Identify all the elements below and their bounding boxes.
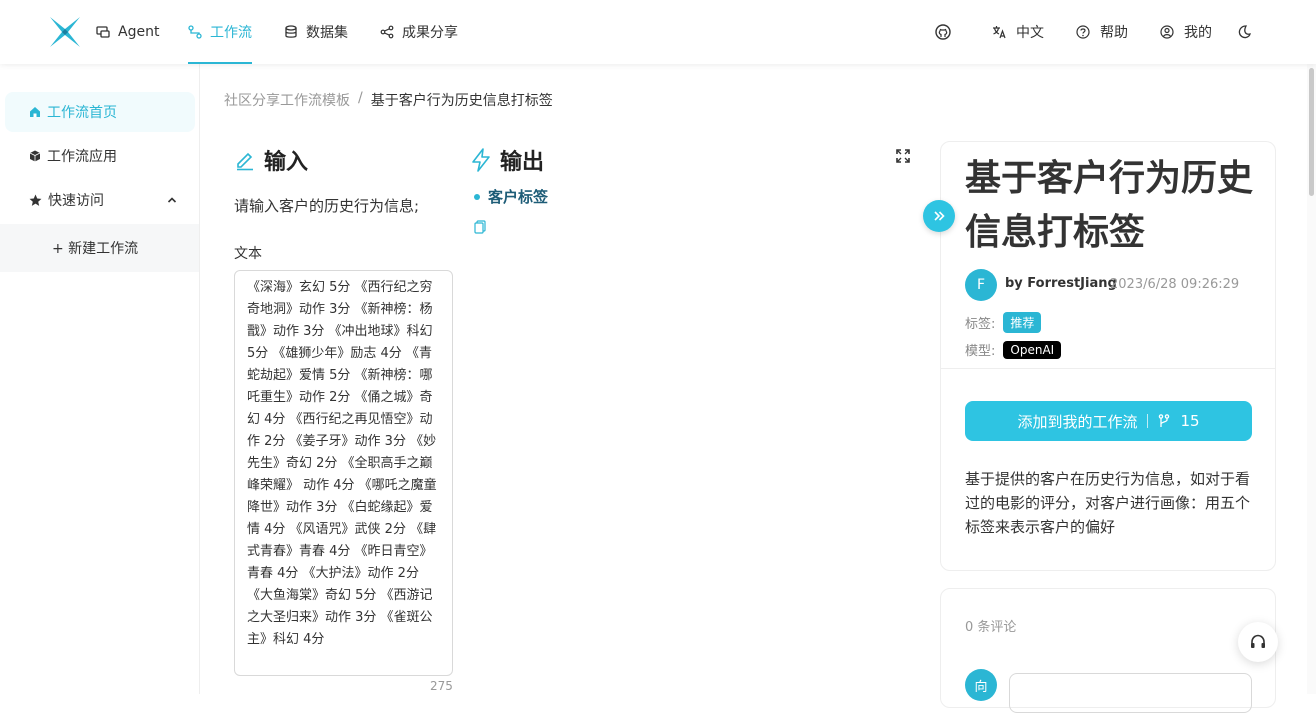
breadcrumb: 社区分享工作流模板 / 基于客户行为历史信息打标签 xyxy=(224,90,553,110)
my-account-button[interactable]: 我的 xyxy=(1160,0,1212,64)
text-field-label: 文本 xyxy=(234,246,262,262)
breadcrumb-parent[interactable]: 社区分享工作流模板 xyxy=(224,90,350,110)
input-title: 输入 xyxy=(264,150,309,175)
sidebar-item-new-workflow[interactable]: + 新建工作流 xyxy=(0,224,199,272)
logo-icon[interactable] xyxy=(48,15,82,49)
publish-date: 2023/6/28 09:26:29 xyxy=(1110,277,1240,292)
database-icon xyxy=(285,25,297,38)
copy-icon[interactable] xyxy=(474,220,486,234)
button-separator xyxy=(1147,414,1149,428)
nav-workflow[interactable]: 工作流 xyxy=(188,0,252,64)
tag-badge: 推荐 xyxy=(1003,312,1042,333)
sidebar-item-quick-access[interactable]: 快速访问 xyxy=(5,180,195,220)
output-tag-label: 客户标签 xyxy=(488,188,549,206)
model-row: 模型: OpenAI xyxy=(965,340,1062,359)
tags-label: 标签: xyxy=(965,317,996,332)
sidebar-item-label: 工作流首页 xyxy=(47,105,117,121)
workflow-description: 基于提供的客户在历史行为信息，如对于看过的电影的评分，对客户进行画像：用五个标签… xyxy=(965,470,1251,536)
model-label: 模型: xyxy=(965,344,996,359)
add-to-my-workflow-button[interactable]: 添加到我的工作流 15 xyxy=(965,401,1252,441)
fork-count: 15 xyxy=(1180,412,1200,430)
new-workflow-label: + 新建工作流 xyxy=(52,241,139,257)
language-label: 中文 xyxy=(1016,25,1044,41)
output-title: 输出 xyxy=(500,150,545,175)
nav-share[interactable]: 成果分享 xyxy=(380,0,458,64)
github-icon xyxy=(935,24,951,40)
input-prompt: 请输入客户的历史行为信息; xyxy=(234,197,420,215)
fullscreen-icon[interactable] xyxy=(896,149,910,163)
moon-icon xyxy=(1238,25,1251,39)
star-icon xyxy=(29,194,42,206)
workflow-title: 基于客户行为历史信息打标签 xyxy=(965,158,1254,253)
tags-row: 标签: 推荐 xyxy=(965,312,1042,333)
char-counter: 275 xyxy=(430,679,453,693)
output-tag-item: 客户标签 xyxy=(474,186,548,207)
translate-icon xyxy=(993,26,1006,39)
edit-icon xyxy=(237,152,253,171)
lightning-icon xyxy=(472,148,490,172)
language-switch[interactable]: 中文 xyxy=(992,0,1044,64)
fork-icon xyxy=(1159,414,1170,427)
home-icon xyxy=(30,107,40,117)
chat-icon xyxy=(96,26,110,38)
nav-dataset[interactable]: 数据集 xyxy=(284,0,348,64)
help-icon xyxy=(1076,25,1090,39)
sidebar-item-label: 工作流应用 xyxy=(47,149,117,165)
chevron-up-icon[interactable] xyxy=(167,195,177,205)
comments-count: 0 条评论 xyxy=(965,620,1017,635)
user-icon xyxy=(1160,25,1174,39)
customer-support-button[interactable] xyxy=(1238,622,1278,662)
cube-icon xyxy=(29,150,41,162)
breadcrumb-current: 基于客户行为历史信息打标签 xyxy=(370,93,553,109)
sidebar-item-label: 快速访问 xyxy=(48,193,104,209)
share-icon xyxy=(380,25,394,39)
nav-workflow-label: 工作流 xyxy=(210,25,252,41)
author-avatar: F xyxy=(965,269,997,301)
my-label: 我的 xyxy=(1184,25,1212,41)
page-scrollbar-thumb[interactable] xyxy=(1309,68,1314,196)
breadcrumb-separator: / xyxy=(358,90,363,106)
commenter-avatar: 向 xyxy=(965,669,997,701)
nav-dataset-label: 数据集 xyxy=(306,25,348,41)
nav-share-label: 成果分享 xyxy=(402,25,458,41)
author-name: by ForrestJiang xyxy=(1005,276,1117,291)
top-navbar: Agent 工作流 数据集 成果分享 中文 帮助 我的 xyxy=(0,0,1316,64)
double-chevron-right-icon xyxy=(934,211,945,221)
collapse-panel-button[interactable] xyxy=(923,200,955,232)
headset-icon xyxy=(1251,634,1265,648)
model-badge: OpenAI xyxy=(1003,340,1062,359)
nav-agent[interactable]: Agent xyxy=(96,0,159,64)
help-button[interactable]: 帮助 xyxy=(1076,0,1128,64)
theme-toggle[interactable] xyxy=(1236,0,1252,64)
comments-card: 0 条评论 向 xyxy=(940,588,1276,713)
sidebar-item-workflow-home[interactable]: 工作流首页 xyxy=(5,92,195,132)
workflow-icon xyxy=(188,25,202,39)
nav-agent-label: Agent xyxy=(118,24,160,40)
output-section-title: 输出 xyxy=(470,144,544,176)
comment-input[interactable] xyxy=(1009,673,1252,713)
sidebar: 工作流首页 工作流应用 快速访问 + 新建工作流 xyxy=(0,64,200,694)
add-button-label: 添加到我的工作流 xyxy=(1017,412,1138,431)
bullet-dot xyxy=(474,193,480,200)
sidebar-item-workflow-apps[interactable]: 工作流应用 xyxy=(5,136,195,176)
input-section-title: 输入 xyxy=(234,144,308,176)
workflow-detail-card: 基于客户行为历史信息打标签 F by ForrestJiang 2023/6/2… xyxy=(940,141,1276,571)
github-button[interactable] xyxy=(935,0,951,64)
help-label: 帮助 xyxy=(1100,25,1128,41)
text-input-area[interactable]: 《深海》玄幻 5分 《西行纪之穷奇地洞》动作 3分 《新神榜：杨戬》动作 3分 … xyxy=(234,270,453,676)
card-divider xyxy=(941,368,1275,369)
